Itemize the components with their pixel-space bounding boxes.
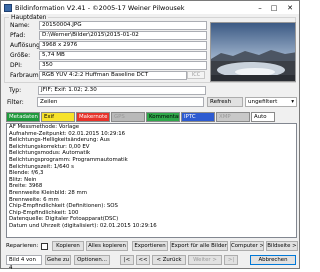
list-item[interactable]: Chip-Empfindlichkeit: 100 xyxy=(7,210,296,217)
path-label: Pfad: xyxy=(10,32,26,39)
cancel-button[interactable]: Abbrechen xyxy=(250,255,296,265)
tab-kommentar[interactable]: Kommentar xyxy=(146,112,180,122)
list-item[interactable]: Brennweite: 6 mm xyxy=(7,197,296,204)
list-item[interactable]: Aufnahme-Zeitpunkt: 02.01.2015 10:29:16 xyxy=(7,131,296,138)
page-info: Bild 4 von 4 xyxy=(6,255,42,271)
first-button[interactable]: |< xyxy=(120,255,134,265)
file-info-group: Hauptdaten Name: 20150004.JPG Pfad: D:\W… xyxy=(4,14,296,83)
resolution-label: Auflösung: xyxy=(10,42,42,49)
tab-gps[interactable]: GPS xyxy=(111,112,145,122)
list-item[interactable]: Brennweite Kleinbild: 28 mm xyxy=(7,190,296,197)
list-item[interactable]: AF Messmethode: Vorlage xyxy=(7,124,296,131)
close-button[interactable]: ✕ xyxy=(281,2,299,14)
name-label: Name: xyxy=(10,22,30,29)
maximize-button[interactable]: □ xyxy=(267,2,281,14)
title-bar: Bildinformation V2.41 - ©2005-17 Weiner … xyxy=(1,1,299,14)
computer-button[interactable]: Computer > xyxy=(230,241,264,251)
category-tabs: Metadaten Exif Makernote GPS Kommentar I… xyxy=(6,112,276,122)
repair-checkbox[interactable] xyxy=(41,243,48,250)
app-icon xyxy=(4,3,12,12)
tab-makernote[interactable]: Makernote xyxy=(76,112,110,122)
window-title: Bildinformation V2.41 - ©2005-17 Weiner … xyxy=(15,3,185,12)
resolution-field[interactable]: 3968 x 2976 xyxy=(39,41,207,50)
list-item[interactable]: Belichtungsprogramm: Programmautomatik xyxy=(7,157,296,164)
size-field[interactable]: 5,74 MB xyxy=(39,51,207,60)
metadata-list[interactable]: AF Messmethode: Vorlage Aufnahme-Zeitpun… xyxy=(6,123,297,238)
thumbnail-photo xyxy=(211,23,295,81)
next-button[interactable]: Weiter > xyxy=(188,255,222,265)
list-item[interactable]: Datum und Uhrzeit (digitalisiert): 02.01… xyxy=(7,223,296,230)
action-bar: Reparieren: Kopieren Alles kopieren Expo… xyxy=(4,241,298,252)
size-label: Größe: xyxy=(10,52,31,59)
list-item[interactable]: Belichtungszeit: 1/640 s xyxy=(7,164,296,171)
bildinformation-window: Bildinformation V2.41 - ©2005-17 Weiner … xyxy=(0,0,300,271)
goto-button[interactable]: Gehe zu xyxy=(45,255,71,265)
dpi-label: DPI: xyxy=(10,62,23,69)
list-item[interactable]: Belichtungsmodus: Automatik xyxy=(7,150,296,157)
type-field[interactable]: JFIF; Exif: 1.02; 2.30 xyxy=(38,86,206,95)
dpi-field[interactable]: 350 xyxy=(39,61,207,70)
list-item[interactable]: Belichtungskorrektur: 0,00 EV xyxy=(7,144,296,151)
copy-button[interactable]: Kopieren xyxy=(52,241,84,251)
slideshow-button[interactable]: Bildseite > xyxy=(266,241,298,251)
export-all-button[interactable]: Export für alle Bilder xyxy=(170,241,228,251)
filter-mode-select[interactable]: ungefiltert ▾ xyxy=(245,97,297,107)
list-item[interactable]: Breite: 3968 xyxy=(7,183,296,190)
tab-xmp[interactable]: XMP xyxy=(216,112,250,122)
options-button[interactable]: Optionen... xyxy=(74,255,110,265)
filter-mode-value: ungefiltert xyxy=(248,99,278,105)
tab-metadaten[interactable]: Metadaten xyxy=(6,112,40,122)
refresh-button[interactable]: Refresh xyxy=(207,97,243,107)
name-field[interactable]: 20150004.JPG xyxy=(39,21,207,30)
copy-all-button[interactable]: Alles kopieren xyxy=(86,241,128,251)
chevron-down-icon: ▾ xyxy=(291,99,294,105)
list-item[interactable]: Belichtungs-Helligkeitsänderung: Aus xyxy=(7,137,296,144)
export-button[interactable]: Exportieren xyxy=(132,241,168,251)
tab-exif[interactable]: Exif xyxy=(41,112,75,122)
list-item[interactable]: Blende: f/6,3 xyxy=(7,170,296,177)
minimize-button[interactable]: – xyxy=(253,2,267,14)
group-label: Hauptdaten xyxy=(9,14,49,21)
colorspace-label: Farbraum: xyxy=(10,72,41,79)
filter-input[interactable]: Zeilen xyxy=(37,97,204,107)
icc-button[interactable]: ICC xyxy=(187,71,205,79)
last-button[interactable]: >| xyxy=(224,255,238,265)
type-label: Typ: xyxy=(9,87,22,94)
path-field[interactable]: D:\Werner\Bilder\2015\2015-01-02 xyxy=(39,31,207,40)
tab-auto[interactable]: Auto xyxy=(251,112,275,122)
image-thumbnail xyxy=(210,22,296,82)
tab-iptc[interactable]: IPTC xyxy=(181,112,215,122)
list-item[interactable]: Datenquelle: Digitaler Fotoapparat(DSC) xyxy=(7,216,296,223)
navigation-bar: Bild 4 von 4 Gehe zu Optionen... |< << <… xyxy=(4,255,298,271)
prev-button[interactable]: << xyxy=(136,255,150,265)
repair-label: Reparieren: xyxy=(6,243,39,249)
filter-label: Filter: xyxy=(7,99,24,106)
list-item[interactable]: Chip-Empfindlichkeit (Definitionen): SOS xyxy=(7,203,296,210)
list-item[interactable]: Blitz: Nein xyxy=(7,177,296,184)
back-button[interactable]: < Zurück xyxy=(152,255,186,265)
colorspace-field[interactable]: RGB YUV 4:2:2 Huffman Baseline DCT xyxy=(39,71,187,80)
